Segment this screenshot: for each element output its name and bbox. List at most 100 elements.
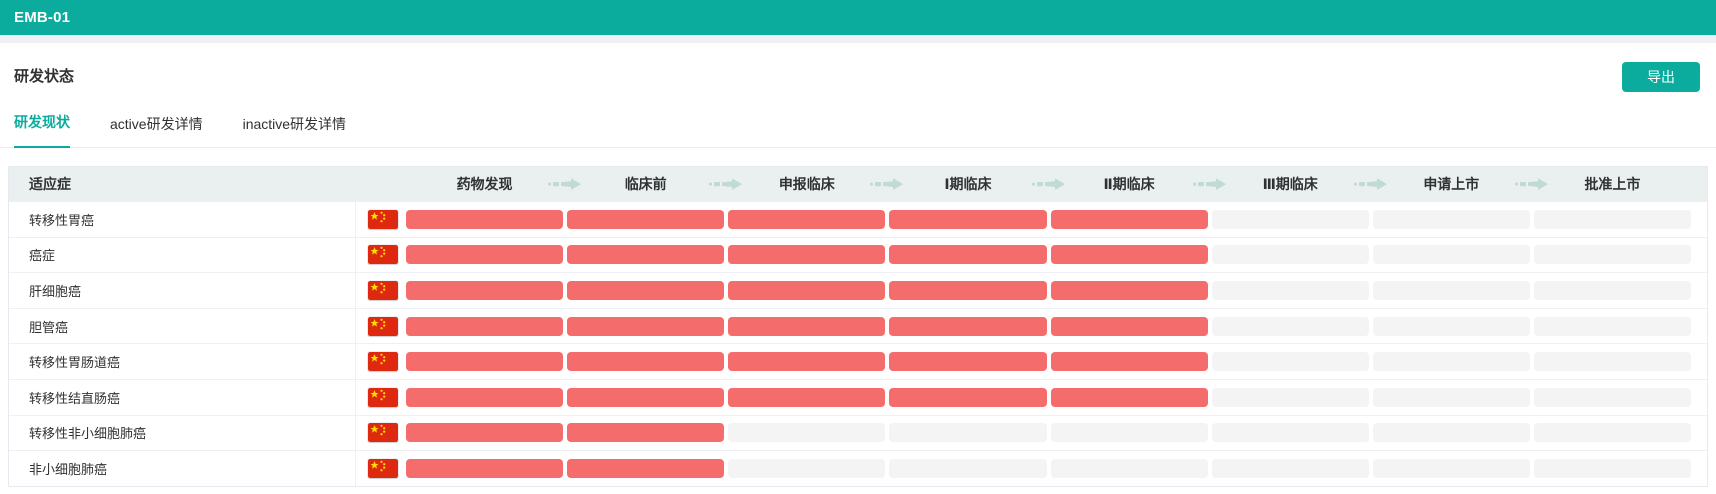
stage-header: 批准上市 xyxy=(1532,174,1693,194)
progress-bar-active xyxy=(567,387,725,407)
progress-bar-empty xyxy=(889,458,1047,478)
pipeline-table: 适应症 药物发现 临床前 申报临床 Ⅰ期临床 Ⅱ期临床 Ⅲ期临床 申请上市 批准上市 转移性胃… xyxy=(8,166,1708,487)
stage-cell xyxy=(1371,352,1532,372)
indication-column-header: 适应症 xyxy=(29,176,71,192)
export-button[interactable]: 导出 xyxy=(1622,62,1700,92)
progress-bar-empty xyxy=(1533,352,1691,372)
progress-bar-empty xyxy=(1211,245,1369,265)
stage-cell xyxy=(887,316,1048,336)
region-flag-cell xyxy=(356,316,404,336)
tab-inactive-rd-detail[interactable]: inactive研发详情 xyxy=(243,108,346,148)
progress-bar-active xyxy=(406,280,564,300)
section-title: 研发状态 xyxy=(14,68,75,85)
progress-bar-empty xyxy=(1533,209,1691,229)
progress-bar-active xyxy=(889,352,1047,372)
section-header: 研发状态 导出 xyxy=(0,43,1716,92)
progress-bar-empty xyxy=(1372,245,1530,265)
stage-cell xyxy=(565,352,726,372)
table-row: 肝细胞癌 xyxy=(9,272,1707,308)
progress-bar-empty xyxy=(1372,458,1530,478)
stage-cell xyxy=(1532,387,1693,407)
progress-bar-empty xyxy=(1211,352,1369,372)
indication-label: 非小细胞肺癌 xyxy=(9,451,356,486)
stage-cell xyxy=(1532,316,1693,336)
stage-cell xyxy=(404,423,565,443)
stage-header-label: 批准上市 xyxy=(1584,176,1641,192)
stage-cell xyxy=(726,423,887,443)
stage-header: Ⅱ期临床 xyxy=(1049,174,1226,194)
stage-cell xyxy=(1049,352,1210,372)
progress-bar-empty xyxy=(1050,458,1208,478)
stage-cell xyxy=(1210,209,1371,229)
app-title: EMB-01 xyxy=(14,9,71,26)
tab-bar: 研发现状 active研发详情 inactive研发详情 xyxy=(0,86,1716,148)
china-flag-icon xyxy=(368,316,398,336)
stage-cell xyxy=(404,209,565,229)
indication-label: 胆管癌 xyxy=(9,308,356,344)
stage-cell xyxy=(404,316,565,336)
progress-bar-active xyxy=(728,387,886,407)
china-flag-icon xyxy=(368,245,398,265)
stage-cell xyxy=(887,423,1048,443)
stage-cell xyxy=(1532,352,1693,372)
stage-cell xyxy=(404,245,565,265)
progress-bar-active xyxy=(1050,316,1208,336)
stage-cell xyxy=(1371,316,1532,336)
stage-cell xyxy=(1049,316,1210,336)
progress-bar-empty xyxy=(1372,280,1530,300)
tab-rd-status[interactable]: 研发现状 xyxy=(14,106,70,148)
table-row: 转移性胃肠道癌 xyxy=(9,343,1707,379)
stage-cell xyxy=(565,458,726,478)
stage-cell xyxy=(1210,352,1371,372)
stage-cell xyxy=(1049,387,1210,407)
progress-bar-active xyxy=(567,316,725,336)
stage-arrow-icon xyxy=(870,178,904,190)
progress-bar-empty xyxy=(728,458,886,478)
stage-cell xyxy=(726,352,887,372)
progress-bar-active xyxy=(406,245,564,265)
stage-cell xyxy=(1210,423,1371,443)
progress-bar-active xyxy=(406,423,564,443)
progress-bar-empty xyxy=(1372,387,1530,407)
stage-cell xyxy=(726,458,887,478)
stage-header: 临床前 xyxy=(565,174,743,194)
stage-cell xyxy=(1049,458,1210,478)
progress-bar-empty xyxy=(1211,280,1369,300)
progress-bar-empty xyxy=(1050,423,1208,443)
indication-label: 转移性非小细胞肺癌 xyxy=(9,415,356,451)
region-flag-cell xyxy=(356,209,404,229)
stage-cell xyxy=(1532,280,1693,300)
stage-header-label: 药物发现 xyxy=(456,176,513,192)
stage-header: 申请上市 xyxy=(1371,174,1548,194)
indication-label: 转移性胃癌 xyxy=(9,202,356,237)
table-row: 胆管癌 xyxy=(9,307,1707,344)
stage-cell xyxy=(1532,245,1693,265)
indication-label: 转移性结直肠癌 xyxy=(9,379,356,415)
progress-bar-active xyxy=(406,458,564,478)
progress-bar-active xyxy=(567,423,725,443)
progress-bar-active xyxy=(406,352,564,372)
stage-cell xyxy=(404,352,565,372)
table-header-row: 适应症 药物发现 临床前 申报临床 Ⅰ期临床 Ⅱ期临床 Ⅲ期临床 申请上市 批准上市 xyxy=(9,167,1707,201)
stage-arrow-icon xyxy=(1514,178,1548,190)
progress-bar-empty xyxy=(1211,387,1369,407)
table-row: 非小细胞肺癌 xyxy=(9,450,1707,486)
stage-arrow-icon xyxy=(1031,178,1065,190)
region-flag-cell xyxy=(356,280,404,300)
stage-cell xyxy=(565,280,726,300)
progress-bar-empty xyxy=(1211,316,1369,336)
progress-bar-empty xyxy=(1533,280,1691,300)
progress-bar-empty xyxy=(1533,316,1691,336)
tab-active-rd-detail[interactable]: active研发详情 xyxy=(110,108,203,148)
stage-arrow-icon xyxy=(1192,178,1226,190)
progress-bar-active xyxy=(1050,387,1208,407)
stage-cell xyxy=(1371,423,1532,443)
progress-bar-active xyxy=(567,209,725,229)
stage-cell xyxy=(1532,458,1693,478)
progress-bar-active xyxy=(889,387,1047,407)
stage-cell xyxy=(565,245,726,265)
progress-bar-active xyxy=(406,387,564,407)
progress-bar-active xyxy=(889,280,1047,300)
progress-bar-active xyxy=(406,316,564,336)
china-flag-icon xyxy=(368,352,398,372)
